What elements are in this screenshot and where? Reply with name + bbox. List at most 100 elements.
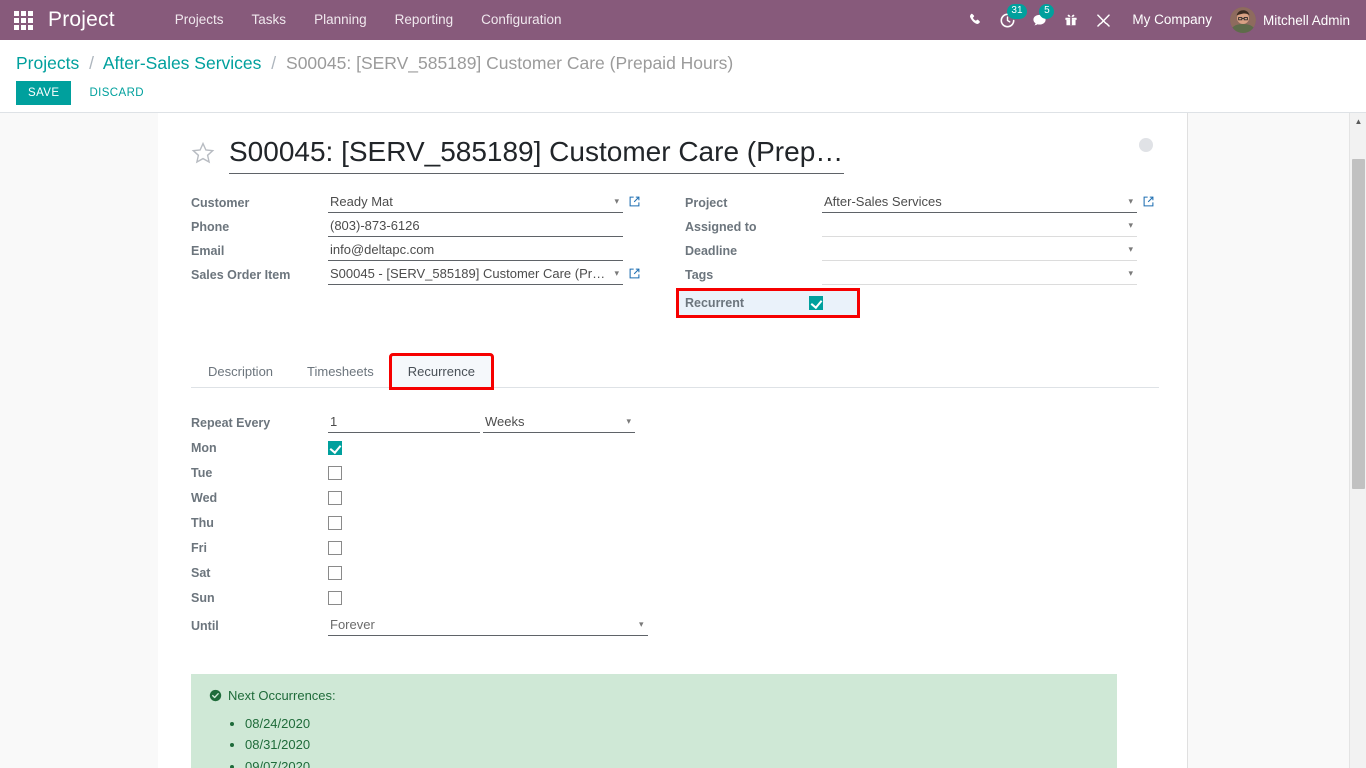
avatar bbox=[1229, 7, 1256, 33]
field-label-sat: Sat bbox=[191, 565, 211, 580]
menu-item-projects[interactable]: Projects bbox=[161, 0, 238, 40]
breadcrumb-item-after-sales-services[interactable]: After-Sales Services bbox=[103, 53, 262, 73]
chevron-down-icon[interactable]: ▾ bbox=[610, 196, 623, 213]
menu-item-tasks[interactable]: Tasks bbox=[238, 0, 301, 40]
field-label-customer: Customer bbox=[191, 195, 250, 210]
list-item: 09/07/2020 bbox=[245, 758, 1099, 768]
next-occurrences-panel: Next Occurrences: 08/24/2020 08/31/2020 … bbox=[191, 673, 1117, 768]
chevron-down-icon[interactable]: ▾ bbox=[1124, 196, 1137, 213]
field-day-sun: Sun bbox=[191, 585, 661, 610]
sat-checkbox[interactable] bbox=[328, 565, 342, 580]
phone-icon[interactable] bbox=[960, 0, 990, 40]
field-group-left: Customer Ready Mat ▾ Phone (803)-873-612… bbox=[191, 190, 675, 315]
form-view-content: S00045: [SERV_585189] Customer Care (Pre… bbox=[0, 113, 1366, 768]
field-label-project: Project bbox=[685, 195, 728, 210]
field-until: Until Forever ▾ bbox=[191, 613, 661, 638]
repeat-unit-select[interactable]: Weeks bbox=[483, 412, 623, 433]
field-label-until: Until bbox=[191, 618, 219, 633]
main-menu: Projects Tasks Planning Reporting Config… bbox=[161, 0, 576, 40]
field-repeat-every: Repeat Every 1 Weeks ▾ bbox=[191, 410, 661, 435]
field-label-thu: Thu bbox=[191, 515, 214, 530]
next-occurrences-title: Next Occurrences: bbox=[228, 687, 336, 703]
field-day-thu: Thu bbox=[191, 510, 661, 535]
phone-input[interactable]: (803)-873-6126 bbox=[328, 216, 623, 237]
user-name: Mitchell Admin bbox=[1262, 12, 1350, 28]
star-outline-icon[interactable] bbox=[191, 141, 215, 168]
wed-checkbox[interactable] bbox=[328, 490, 342, 505]
field-email: Email info@deltapc.com bbox=[191, 238, 645, 262]
save-button[interactable]: SAVE bbox=[16, 81, 72, 105]
deadline-input[interactable] bbox=[822, 240, 1125, 261]
tags-input[interactable] bbox=[822, 264, 1125, 285]
chevron-down-icon[interactable]: ▾ bbox=[1124, 220, 1137, 237]
chevron-down-icon[interactable]: ▾ bbox=[622, 416, 635, 433]
menu-item-reporting[interactable]: Reporting bbox=[381, 0, 468, 40]
field-sales-order-item: Sales Order Item S00045 - [SERV_585189] … bbox=[191, 262, 645, 286]
field-group-right: Project After-Sales Services ▾ Assigned … bbox=[675, 190, 1159, 318]
field-label-email: Email bbox=[191, 243, 225, 258]
thu-checkbox[interactable] bbox=[328, 515, 342, 530]
field-assigned-to: Assigned to ▾ bbox=[685, 214, 1159, 238]
field-label-assigned-to: Assigned to bbox=[685, 219, 757, 234]
tab-timesheets[interactable]: Timesheets bbox=[290, 355, 391, 388]
scrollbar-thumb[interactable] bbox=[1352, 159, 1365, 489]
field-label-sun: Sun bbox=[191, 590, 215, 605]
notebook: Description Timesheets Recurrence Repeat… bbox=[191, 352, 1159, 768]
sales-order-item-input[interactable]: S00045 - [SERV_585189] Customer Care (Pr… bbox=[328, 264, 611, 285]
customer-input[interactable]: Ready Mat bbox=[328, 192, 611, 213]
scroll-up-arrow-icon[interactable]: ▲ bbox=[1350, 113, 1366, 130]
until-select[interactable]: Forever bbox=[328, 615, 635, 636]
field-label-phone: Phone bbox=[191, 219, 230, 234]
breadcrumb-item-projects[interactable]: Projects bbox=[16, 53, 79, 73]
control-panel: Projects / After-Sales Services / S00045… bbox=[0, 40, 1366, 140]
field-label-sales-order-item: Sales Order Item bbox=[191, 267, 291, 282]
field-day-fri: Fri bbox=[191, 535, 661, 560]
mon-checkbox[interactable] bbox=[328, 440, 342, 455]
field-recurrent: Recurrent bbox=[676, 287, 860, 318]
recurrent-checkbox[interactable] bbox=[809, 295, 823, 310]
apps-grid-icon[interactable] bbox=[0, 0, 46, 40]
chevron-down-icon[interactable]: ▾ bbox=[635, 619, 648, 636]
form-sheet: S00045: [SERV_585189] Customer Care (Pre… bbox=[158, 113, 1188, 768]
email-input[interactable]: info@deltapc.com bbox=[328, 240, 623, 261]
chevron-down-icon[interactable]: ▾ bbox=[1124, 268, 1137, 285]
field-day-sat: Sat bbox=[191, 560, 661, 585]
internal-link-icon[interactable] bbox=[1137, 195, 1159, 213]
tab-recurrence[interactable]: Recurrence bbox=[388, 352, 494, 390]
field-day-wed: Wed bbox=[191, 485, 661, 510]
top-navbar: Project Projects Tasks Planning Reportin… bbox=[0, 0, 1366, 40]
user-menu[interactable]: Mitchell Admin bbox=[1226, 7, 1356, 33]
field-phone: Phone (803)-873-6126 bbox=[191, 214, 645, 238]
internal-link-icon[interactable] bbox=[623, 267, 645, 285]
messages-icon[interactable]: 5 bbox=[1024, 0, 1055, 40]
field-day-mon: Mon bbox=[191, 435, 661, 460]
app-brand-name[interactable]: Project bbox=[46, 8, 121, 32]
systray: 31 5 My Company Mitchell Admin bbox=[960, 0, 1366, 40]
menu-item-planning[interactable]: Planning bbox=[300, 0, 381, 40]
tab-pane-recurrence: Repeat Every 1 Weeks ▾ Mon Tue Wed Thu F… bbox=[191, 388, 1159, 768]
chevron-down-icon[interactable]: ▾ bbox=[610, 268, 623, 285]
record-title-row: S00045: [SERV_585189] Customer Care (Pre… bbox=[191, 135, 1159, 174]
project-input[interactable]: After-Sales Services bbox=[822, 192, 1125, 213]
menu-item-configuration[interactable]: Configuration bbox=[467, 0, 575, 40]
fri-checkbox[interactable] bbox=[328, 540, 342, 555]
next-occurrences-header: Next Occurrences: bbox=[209, 688, 1099, 703]
tue-checkbox[interactable] bbox=[328, 465, 342, 480]
record-title[interactable]: S00045: [SERV_585189] Customer Care (Pre… bbox=[229, 135, 844, 174]
internal-link-icon[interactable] bbox=[623, 195, 645, 213]
vertical-scrollbar[interactable]: ▲ ▼ bbox=[1349, 113, 1366, 768]
repeat-every-input[interactable]: 1 bbox=[328, 412, 480, 433]
tools-icon[interactable] bbox=[1088, 0, 1118, 40]
field-label-repeat-every: Repeat Every bbox=[191, 415, 271, 430]
assigned-to-input[interactable] bbox=[822, 216, 1125, 237]
tab-description[interactable]: Description bbox=[191, 355, 290, 388]
company-switcher[interactable]: My Company bbox=[1120, 0, 1224, 40]
activity-clock-icon[interactable]: 31 bbox=[992, 0, 1027, 40]
messages-counter-badge: 5 bbox=[1039, 4, 1055, 19]
discard-button[interactable]: DISCARD bbox=[77, 81, 156, 105]
chevron-down-icon[interactable]: ▾ bbox=[1124, 244, 1137, 261]
kanban-state-indicator[interactable] bbox=[1139, 138, 1153, 152]
gift-icon[interactable] bbox=[1056, 0, 1086, 40]
field-label-recurrent: Recurrent bbox=[685, 295, 745, 310]
sun-checkbox[interactable] bbox=[328, 590, 342, 605]
